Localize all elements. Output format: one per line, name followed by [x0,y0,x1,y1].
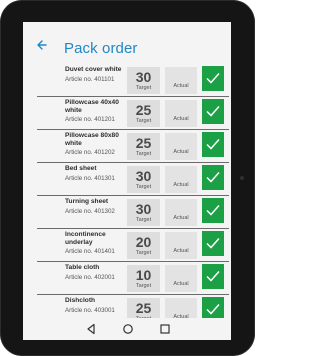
target-label: Target [135,151,152,157]
list-item: Pillowcase 40x40 white Article no. 40120… [37,97,229,130]
article-number: Article no. 401101 [65,76,115,83]
actual-input[interactable]: Actual [165,67,197,94]
target-box: 30 Target [127,199,160,226]
actual-input[interactable]: Actual [165,133,197,160]
actual-label: Actual [173,248,189,254]
item-name: Duvet cover white [65,66,122,73]
order-list: Duvet cover white Article no. 401101 30 … [37,64,229,328]
item-name: Table cloth [65,264,100,271]
confirm-check-button[interactable] [202,66,224,91]
article-number: Article no. 401201 [65,116,115,123]
back-arrow-icon[interactable] [37,38,51,54]
target-value: 30 [135,201,152,217]
system-nav-bar [23,318,231,340]
article-number: Article no. 401202 [65,149,115,156]
list-item: Duvet cover white Article no. 401101 30 … [37,64,229,97]
actual-label: Actual [173,116,189,122]
target-label: Target [135,217,152,223]
actual-input[interactable]: Actual [165,166,197,193]
confirm-check-button[interactable] [202,231,224,256]
target-value: 30 [135,69,152,85]
list-item: Table cloth Article no. 402001 10 Target… [37,262,229,295]
target-label: Target [135,250,152,256]
target-box: 25 Target [127,133,160,160]
actual-input[interactable]: Actual [165,265,197,292]
target-value: 25 [135,135,152,151]
confirm-check-button[interactable] [202,264,224,289]
checkmark-icon [206,172,220,183]
target-box: 20 Target [127,232,160,259]
actual-label: Actual [173,215,189,221]
confirm-check-button[interactable] [202,198,224,223]
target-value: 10 [135,267,152,283]
article-number: Article no. 403001 [65,307,115,314]
actual-input[interactable]: Actual [165,100,197,127]
item-name: Turning sheet [65,198,109,205]
list-item: Pillowcase 80x80 white Article no. 40120… [37,130,229,163]
checkmark-icon [206,304,220,315]
list-item: Turning sheet Article no. 401302 30 Targ… [37,196,229,229]
actual-label: Actual [173,281,189,287]
list-item: Incontinence underlay Article no. 401401… [37,229,229,262]
item-name: Pillowcase 40x40 white [65,99,119,114]
target-box: 30 Target [127,67,160,94]
checkmark-icon [206,73,220,84]
target-box: 30 Target [127,166,160,193]
item-name: Pillowcase 80x80 white [65,132,119,147]
checkmark-icon [206,271,220,282]
checkmark-icon [206,238,220,249]
article-number: Article no. 401401 [65,248,115,255]
circle-home-icon[interactable] [122,323,134,335]
confirm-check-button[interactable] [202,165,224,190]
actual-label: Actual [173,83,189,89]
target-box: 10 Target [127,265,160,292]
actual-input[interactable]: Actual [165,199,197,226]
actual-label: Actual [173,149,189,155]
page-title: Pack order [64,40,138,57]
list-item: Bed sheet Article no. 401301 30 Target A… [37,163,229,196]
camera-icon [240,176,244,180]
confirm-check-button[interactable] [202,99,224,124]
actual-label: Actual [173,182,189,188]
article-number: Article no. 401301 [65,175,115,182]
target-value: 25 [135,102,152,118]
target-box: 25 Target [127,100,160,127]
app-screen: Pack order Duvet cover white Article no.… [23,22,231,340]
target-value: 25 [135,300,152,316]
checkmark-icon [206,205,220,216]
target-label: Target [135,85,152,91]
item-name: Bed sheet [65,165,97,172]
triangle-back-icon[interactable] [85,323,97,335]
confirm-check-button[interactable] [202,132,224,157]
article-number: Article no. 402001 [65,274,115,281]
item-name: Incontinence underlay [65,231,106,246]
tablet-frame: Pack order Duvet cover white Article no.… [0,0,255,356]
target-label: Target [135,283,152,289]
target-value: 30 [135,168,152,184]
square-recents-icon[interactable] [159,323,171,335]
target-label: Target [135,118,152,124]
article-number: Article no. 401302 [65,208,115,215]
actual-input[interactable]: Actual [165,232,197,259]
target-value: 20 [135,234,152,250]
checkmark-icon [206,139,220,150]
checkmark-icon [206,106,220,117]
target-label: Target [135,184,152,190]
item-name: Dishcloth [65,297,96,304]
